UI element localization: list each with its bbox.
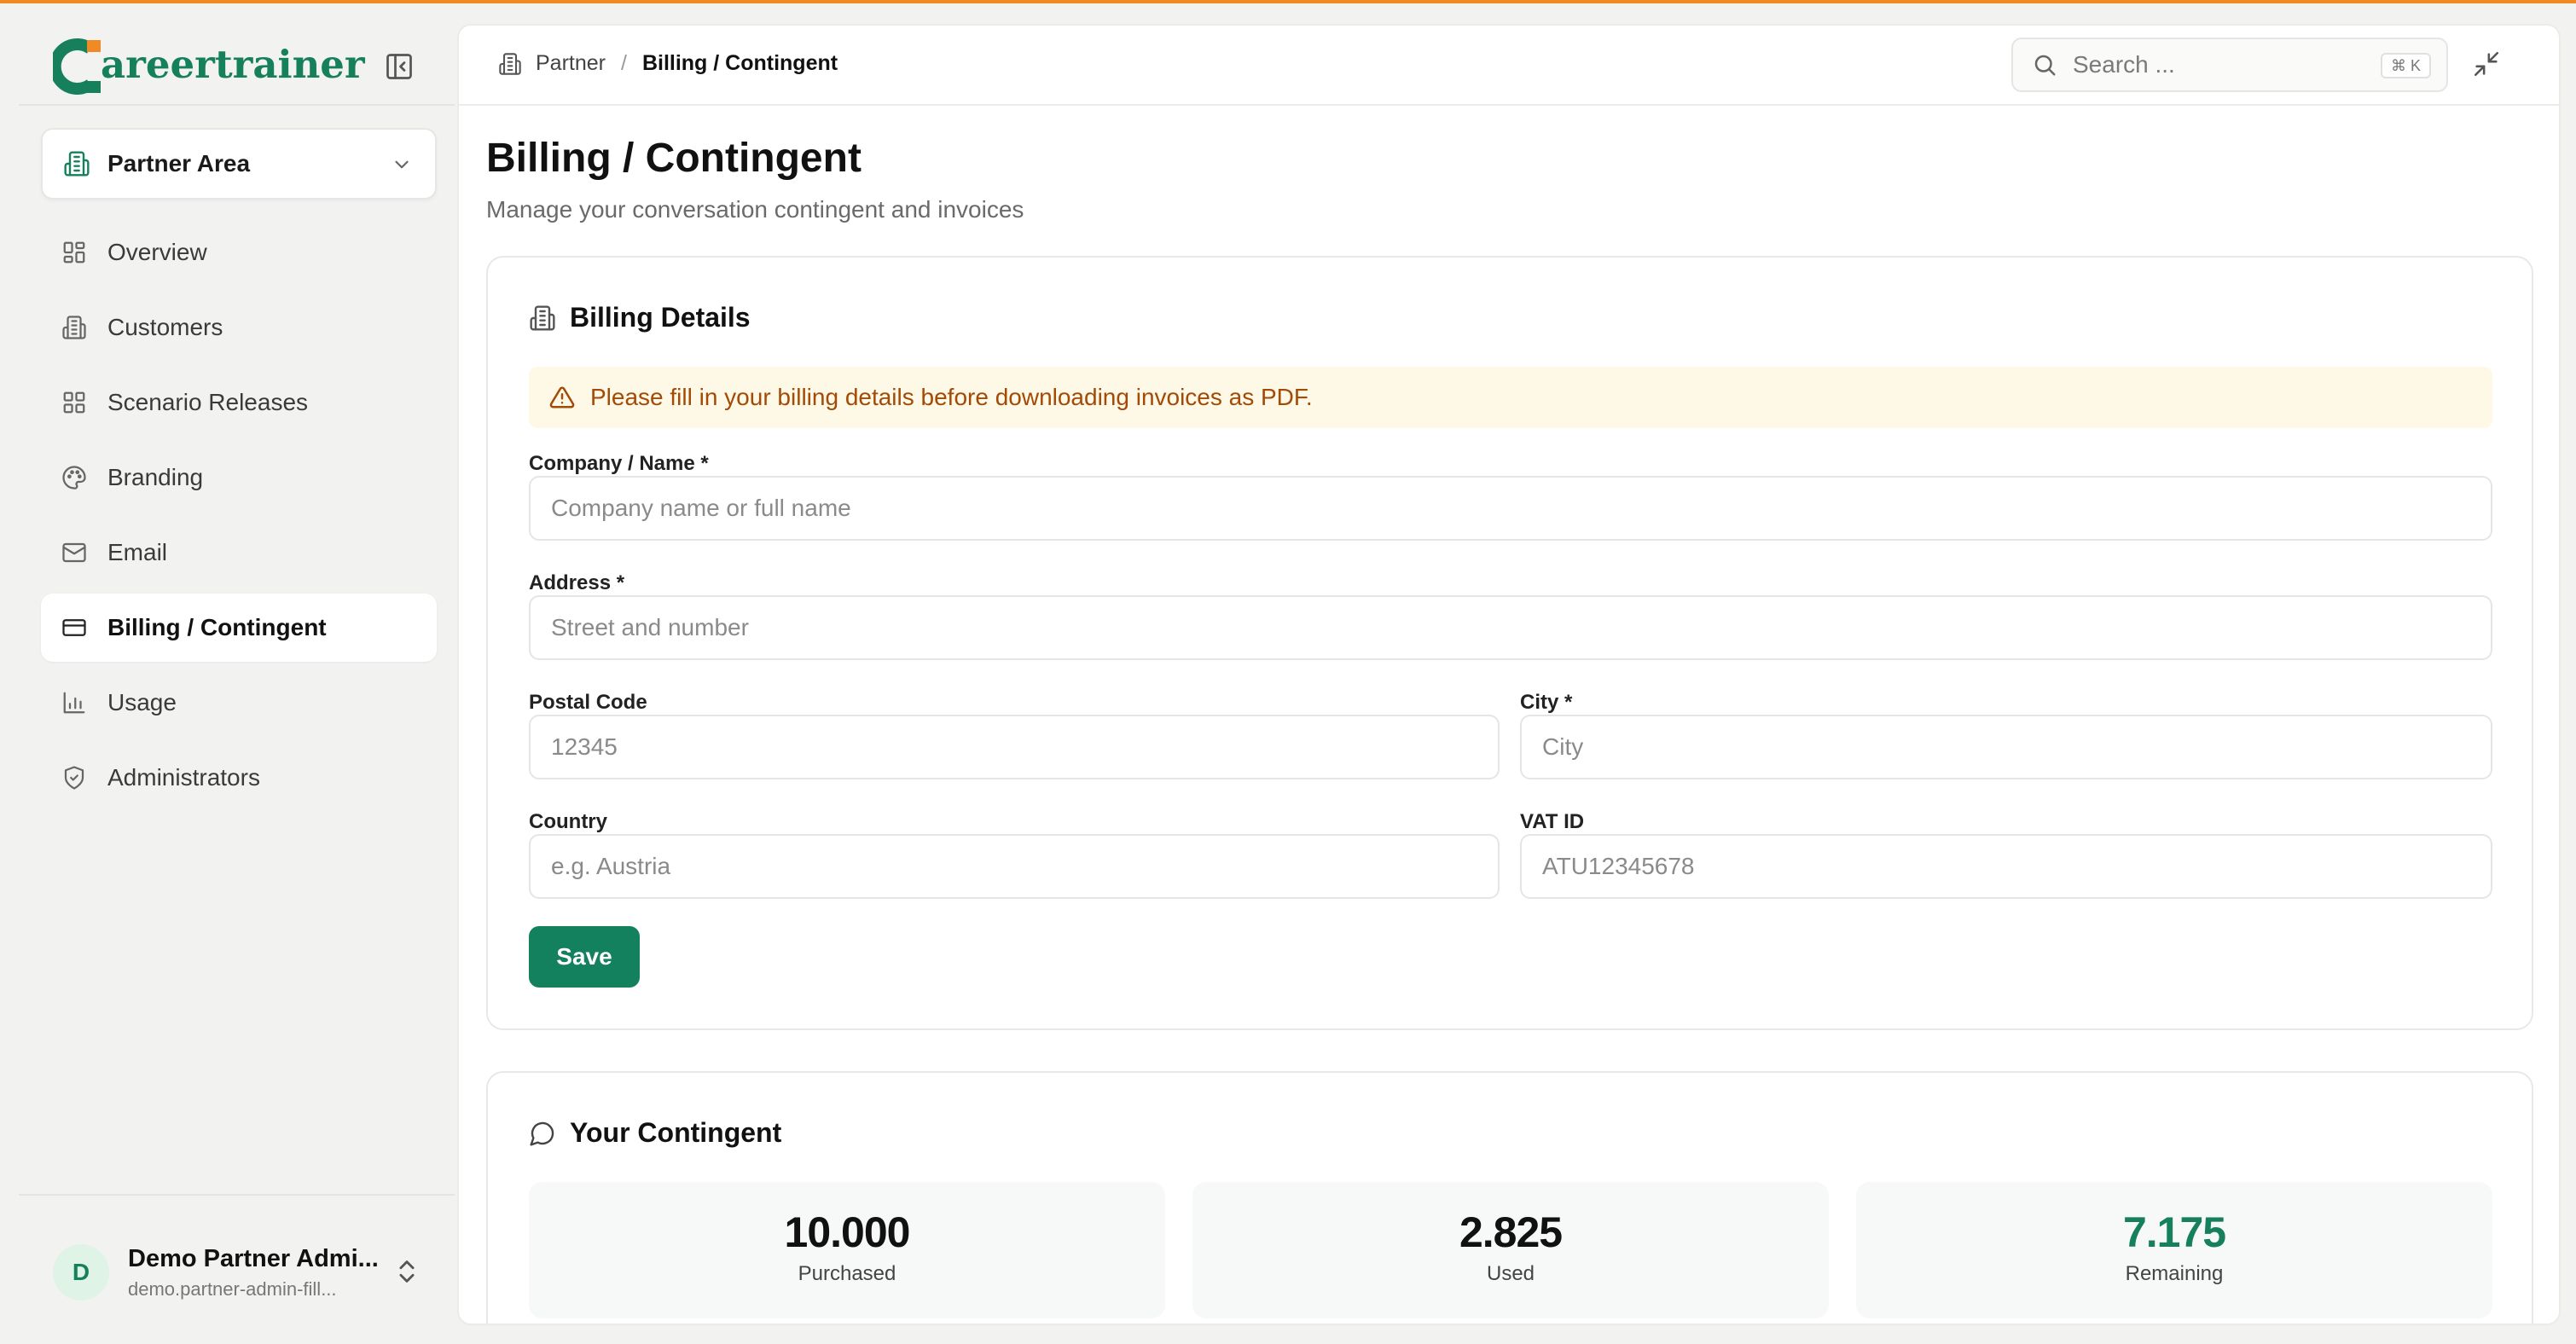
- collapse-sidebar-button[interactable]: [380, 48, 418, 85]
- minimize-button[interactable]: [2472, 49, 2501, 83]
- search-input[interactable]: Search ... ⌘ K: [2011, 38, 2448, 92]
- stat-value: 2.825: [1459, 1208, 1563, 1256]
- building-icon: [64, 151, 90, 177]
- sidebar-item-billing-contingent[interactable]: Billing / Contingent: [41, 594, 437, 662]
- user-email: demo.partner-admin-fill...: [128, 1277, 337, 1300]
- company-name-input[interactable]: [529, 476, 2492, 541]
- city-input[interactable]: [1520, 715, 2492, 779]
- sidebar-collapse-icon: [386, 54, 412, 79]
- building-icon: [530, 304, 555, 331]
- user-name: Demo Partner Admi...: [128, 1244, 379, 1272]
- breadcrumb-parent[interactable]: Partner: [536, 51, 606, 76]
- stat-used: 2.825 Used: [1192, 1182, 1829, 1318]
- sidebar-item-customers[interactable]: Customers: [41, 293, 437, 362]
- sidebar-item-label: Branding: [107, 464, 204, 490]
- postal-code-label: Postal Code: [529, 691, 647, 714]
- sidebar-item-label: Administrators: [107, 764, 260, 791]
- search-placeholder: Search ...: [2073, 51, 2175, 78]
- billing-warning-text: Please fill in your billing details befo…: [590, 384, 1313, 410]
- page-title: Billing / Contingent: [486, 136, 862, 181]
- stat-label: Purchased: [798, 1262, 896, 1285]
- address-input[interactable]: [529, 595, 2492, 660]
- sidebar-item-scenario-releases[interactable]: Scenario Releases: [41, 368, 437, 437]
- country-input[interactable]: [529, 834, 1500, 899]
- contingent-card: Your Contingent 10.000 Purchased 2.825 U…: [486, 1071, 2533, 1324]
- billing-details-card: Billing Details Please fill in your bill…: [486, 256, 2533, 1030]
- warning-icon: [549, 386, 575, 408]
- sidebar-item-email[interactable]: Email: [41, 518, 437, 587]
- building-icon: [62, 316, 86, 339]
- sidebar-nav: Overview Customers Scenario Releases Bra…: [41, 218, 437, 819]
- logo-text: areertrainer: [101, 41, 365, 87]
- sidebar: areertrainer Partner Area Overview Custo…: [0, 3, 455, 1344]
- grid-icon: [63, 391, 85, 414]
- logo[interactable]: areertrainer: [49, 32, 365, 101]
- minimize-icon: [2474, 51, 2499, 77]
- breadcrumb-separator: /: [620, 51, 627, 75]
- stat-label: Remaining: [2125, 1262, 2224, 1285]
- company-label: Company / Name *: [529, 452, 709, 475]
- search-icon: [2034, 55, 2056, 76]
- vat-id-label: VAT ID: [1520, 810, 1585, 833]
- postal-code-input[interactable]: [529, 715, 1500, 779]
- chevrons-up-down-icon: [399, 1260, 415, 1283]
- sidebar-item-branding[interactable]: Branding: [41, 443, 437, 512]
- country-label: Country: [529, 810, 607, 833]
- message-circle-icon: [530, 1121, 554, 1146]
- chevron-down-icon: [395, 160, 409, 169]
- area-selector-label: Partner Area: [107, 150, 251, 177]
- mail-icon: [62, 542, 86, 563]
- sidebar-item-usage[interactable]: Usage: [41, 669, 437, 737]
- save-button[interactable]: Save: [529, 926, 640, 988]
- stat-remaining: 7.175 Remaining: [1856, 1182, 2492, 1318]
- building-icon: [499, 52, 521, 75]
- bar-chart-icon: [63, 692, 85, 714]
- stat-purchased: 10.000 Purchased: [529, 1182, 1165, 1318]
- sidebar-item-label: Usage: [107, 689, 177, 715]
- vat-id-input[interactable]: [1520, 834, 2492, 899]
- stat-label: Used: [1486, 1262, 1535, 1285]
- billing-details-title: Billing Details: [570, 302, 751, 333]
- billing-warning-alert: Please fill in your billing details befo…: [529, 367, 2492, 428]
- sidebar-divider: [19, 104, 455, 106]
- breadcrumb-current: Billing / Contingent: [641, 51, 838, 75]
- sidebar-item-overview[interactable]: Overview: [41, 218, 437, 287]
- shield-icon: [64, 766, 84, 790]
- logo-mark-icon: [49, 38, 104, 95]
- top-bar: Partner / Billing / Contingent Search ..…: [459, 26, 2559, 106]
- sidebar-item-label: Scenario Releases: [107, 389, 309, 415]
- page-subtitle: Manage your conversation contingent and …: [486, 196, 1024, 223]
- sidebar-item-label: Overview: [107, 239, 207, 265]
- sidebar-item-label: Billing / Contingent: [107, 614, 327, 640]
- area-selector[interactable]: Partner Area: [41, 128, 437, 200]
- palette-icon: [62, 466, 86, 490]
- sidebar-item-label: Customers: [107, 314, 223, 340]
- address-label: Address *: [529, 571, 625, 594]
- stat-value: 10.000: [784, 1208, 911, 1256]
- credit-card-icon: [62, 619, 86, 636]
- avatar: D: [53, 1244, 109, 1301]
- stat-value: 7.175: [2122, 1208, 2226, 1256]
- search-shortcut: ⌘ K: [2380, 53, 2431, 78]
- sidebar-item-administrators[interactable]: Administrators: [41, 744, 437, 812]
- main-panel: Partner / Billing / Contingent Search ..…: [457, 24, 2561, 1325]
- contingent-title: Your Contingent: [570, 1117, 782, 1148]
- user-menu[interactable]: D Demo Partner Admi... demo.partner-admi…: [53, 1231, 437, 1313]
- breadcrumb: Partner / Billing / Contingent: [498, 51, 838, 76]
- sidebar-divider: [19, 1194, 455, 1196]
- city-label: City *: [1520, 691, 1573, 714]
- sidebar-item-label: Email: [107, 539, 168, 565]
- grid-icon: [63, 241, 85, 264]
